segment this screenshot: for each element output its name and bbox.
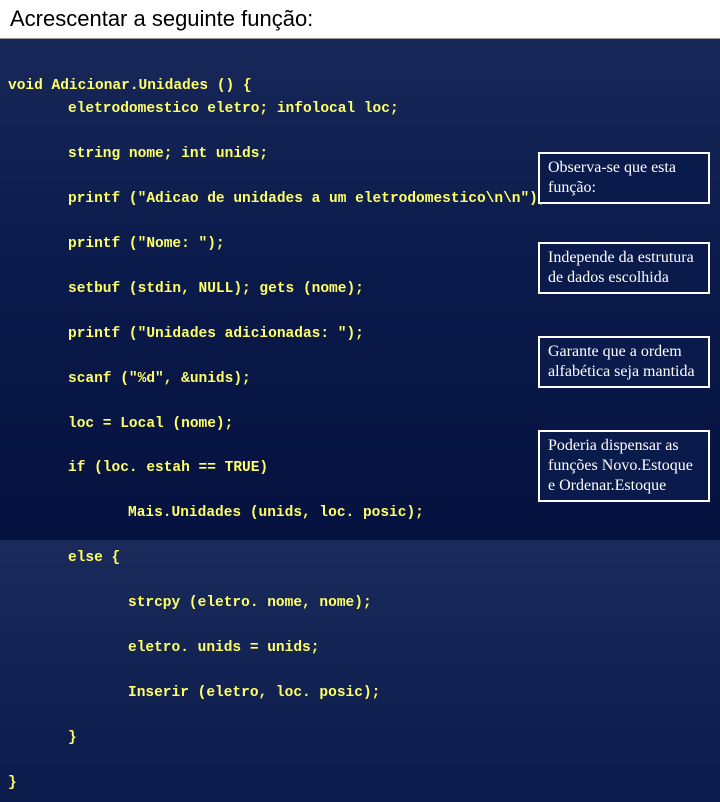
code-line: strcpy (eletro. nome, nome); — [8, 592, 712, 614]
callout-box: Garante que a ordem alfabética seja mant… — [538, 336, 710, 388]
code-line: eletro. unids = unids; — [8, 637, 712, 659]
code-line: Mais.Unidades (unids, loc. posic); — [8, 502, 712, 524]
slide-title: Acrescentar a seguinte função: — [0, 0, 720, 39]
code-line: else { — [8, 547, 712, 569]
code-line: Inserir (eletro, loc. posic); — [8, 682, 712, 704]
code-line: } — [8, 775, 17, 791]
code-line: void Adicionar.Unidades () { — [8, 78, 252, 94]
code-line: eletrodomestico eletro; infolocal loc; — [8, 98, 712, 120]
callout-box: Observa-se que esta função: — [538, 152, 710, 204]
code-line: } — [8, 727, 712, 749]
callout-box: Poderia dispensar as funções Novo.Estoqu… — [538, 430, 710, 502]
callout-box: Independe da estrutura de dados escolhid… — [538, 242, 710, 294]
